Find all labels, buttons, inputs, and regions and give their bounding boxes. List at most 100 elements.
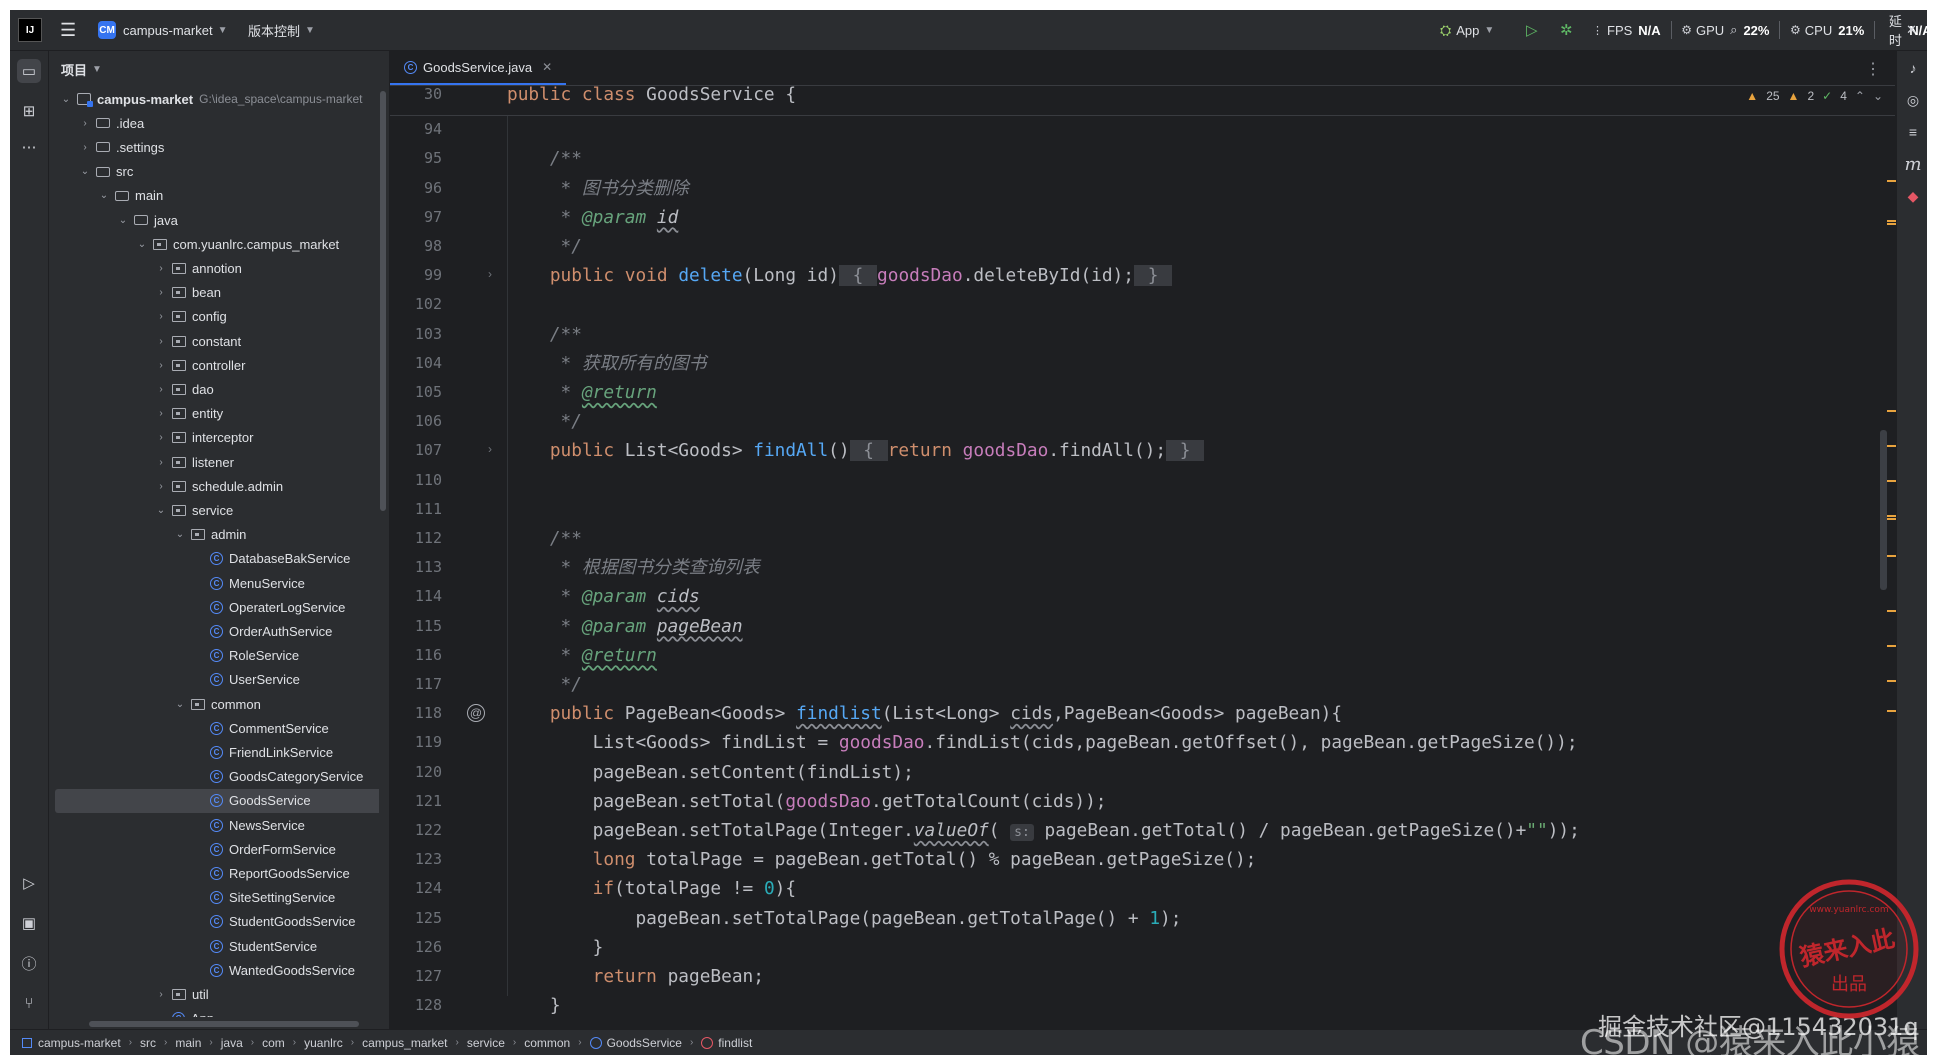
code-line[interactable]: * @param cids — [507, 582, 700, 611]
code-line[interactable]: * 获取所有的图书 — [507, 349, 707, 378]
code-line[interactable]: public List<Goods> findAll() { return go… — [507, 436, 1205, 465]
code-line[interactable]: /** — [507, 320, 582, 349]
line-number[interactable]: 121 — [390, 787, 442, 816]
chevron-right-icon[interactable]: › — [78, 142, 92, 153]
chevron-down-icon[interactable]: ⌄ — [154, 505, 168, 516]
line-number[interactable]: 115 — [390, 612, 442, 641]
breadcrumb-item[interactable]: campus_market — [362, 1036, 447, 1050]
tree-horizontal-scrollbar[interactable] — [89, 1021, 359, 1027]
tree-item-goodscategoryservice[interactable]: C GoodsCategoryService — [55, 765, 379, 789]
code-line[interactable]: * 图书分类删除 — [507, 174, 689, 203]
chevron-right-icon[interactable]: › — [154, 311, 168, 322]
tree-item-dao[interactable]: › dao — [55, 377, 379, 401]
project-switcher[interactable]: CM campus-market ▼ — [98, 10, 227, 50]
tree-item-controller[interactable]: › controller — [55, 353, 379, 377]
line-number[interactable]: 113 — [390, 553, 442, 582]
line-number[interactable]: 103 — [390, 320, 442, 349]
code-line[interactable]: pageBean.setTotalPage(Integer.valueOf( s… — [507, 816, 1580, 845]
code-line[interactable]: public void delete(Long id) { goodsDao.d… — [507, 261, 1173, 290]
editor-scrollbar[interactable] — [1880, 430, 1887, 590]
vcs-menu[interactable]: 版本控制 ▼ — [248, 10, 315, 50]
debug-icon[interactable]: ✲ — [1560, 21, 1573, 39]
tree-item-friendlinkservice[interactable]: C FriendLinkService — [55, 740, 379, 764]
tree-item-wantedgoodsservice[interactable]: C WantedGoodsService — [55, 958, 379, 982]
line-number[interactable]: 107 — [390, 436, 442, 465]
tree-item-newsservice[interactable]: C NewsService — [55, 813, 379, 837]
chevron-down-icon[interactable]: ⌄ — [173, 529, 187, 540]
tree-item-java[interactable]: ⌄ java — [55, 208, 379, 232]
chevron-down-icon[interactable]: ⌄ — [173, 699, 187, 710]
code-line[interactable]: long totalPage = pageBean.getTotal() % p… — [507, 845, 1257, 874]
line-number[interactable]: 118 — [390, 699, 442, 728]
code-line[interactable]: pageBean.setContent(findList); — [507, 758, 914, 787]
fold-chevron-icon[interactable]: › — [488, 267, 492, 281]
tree-item-roleservice[interactable]: C RoleService — [55, 644, 379, 668]
tree-root-campus-market[interactable]: ⌄ campus-market G:\idea_space\campus-mar… — [55, 87, 374, 111]
search-icon[interactable]: ⌕ — [1730, 22, 1737, 38]
breadcrumb-item[interactable]: campus-market — [38, 1036, 121, 1050]
more-tools-icon[interactable]: ⋯ — [17, 135, 41, 159]
breadcrumb-item[interactable]: common — [524, 1036, 570, 1050]
breadcrumb-item[interactable]: src — [140, 1036, 156, 1050]
tree-item-interceptor[interactable]: › interceptor — [55, 426, 379, 450]
chevron-right-icon[interactable]: › — [154, 384, 168, 395]
tree-item-listener[interactable]: › listener — [55, 450, 379, 474]
tree-item-common[interactable]: ⌄ common — [55, 692, 379, 716]
tree-item-orderauthservice[interactable]: C OrderAuthService — [55, 619, 379, 643]
tree-item-annotion[interactable]: › annotion — [55, 256, 379, 280]
line-number[interactable]: 120 — [390, 758, 442, 787]
tree-item-admin[interactable]: ⌄ admin — [55, 523, 379, 547]
tree-item-userservice[interactable]: C UserService — [55, 668, 379, 692]
code-line[interactable]: */ — [507, 670, 582, 699]
line-number[interactable]: 114 — [390, 582, 442, 611]
line-number[interactable]: 117 — [390, 670, 442, 699]
tree-item-orderformservice[interactable]: C OrderFormService — [55, 837, 379, 861]
chevron-down-icon[interactable]: ⌄ — [78, 166, 92, 177]
code-line[interactable]: } — [507, 991, 561, 1020]
tree-item-entity[interactable]: › entity — [55, 402, 379, 426]
chevron-right-icon[interactable]: › — [154, 989, 168, 1000]
structure-icon[interactable]: ⊞ — [17, 99, 41, 123]
line-number[interactable]: 112 — [390, 524, 442, 553]
plugin-icon[interactable]: ◆ — [1902, 185, 1924, 207]
code-line[interactable]: } — [507, 933, 604, 962]
notifications-icon[interactable]: ♪ — [1902, 57, 1924, 79]
chevron-right-icon[interactable]: › — [154, 432, 168, 443]
database-icon[interactable]: ≡ — [1902, 121, 1924, 143]
code-line[interactable]: return pageBean; — [507, 962, 764, 991]
code-line[interactable]: */ — [507, 407, 582, 436]
tree-item--settings[interactable]: › .settings — [55, 135, 379, 159]
line-number[interactable]: 96 — [390, 174, 442, 203]
tree-item-studentgoodsservice[interactable]: C StudentGoodsService — [55, 910, 379, 934]
breadcrumb-item[interactable]: java — [221, 1036, 243, 1050]
line-number[interactable]: 102 — [390, 290, 442, 319]
tree-item-app[interactable]: C App — [55, 1007, 379, 1017]
line-number[interactable]: 122 — [390, 816, 442, 845]
line-number[interactable]: 125 — [390, 904, 442, 933]
breadcrumb-item[interactable]: main — [175, 1036, 201, 1050]
line-number[interactable]: 111 — [390, 495, 442, 524]
close-icon[interactable]: ✕ — [1906, 22, 1917, 38]
chevron-down-icon[interactable]: ⌄ — [97, 190, 111, 201]
maven-icon[interactable]: m — [1902, 153, 1924, 175]
tree-item-operaterlogservice[interactable]: C OperaterLogService — [55, 595, 379, 619]
code-line[interactable]: /** — [507, 144, 582, 173]
tree-item-com-yuanlrc-campus-market[interactable]: ⌄ com.yuanlrc.campus_market — [55, 232, 379, 256]
line-number[interactable]: 30 — [390, 80, 442, 109]
tree-item-config[interactable]: › config — [55, 305, 379, 329]
line-number[interactable]: 97 — [390, 203, 442, 232]
tree-item-constant[interactable]: › constant — [55, 329, 379, 353]
chevron-right-icon[interactable]: › — [154, 263, 168, 274]
chevron-right-icon[interactable]: › — [154, 360, 168, 371]
line-number[interactable]: 116 — [390, 641, 442, 670]
breadcrumb-item[interactable]: com — [262, 1036, 285, 1050]
breadcrumb-item[interactable]: yuanlrc — [304, 1036, 343, 1050]
tree-item-goodsservice[interactable]: C GoodsService — [55, 788, 379, 813]
breadcrumb-item[interactable]: findlist — [718, 1036, 752, 1050]
project-panel-header[interactable]: 项目 ▼ — [49, 51, 401, 87]
code-line[interactable]: */ — [507, 232, 582, 261]
tree-item-databasebakservice[interactable]: C DatabaseBakService — [55, 547, 379, 571]
tree-item-util[interactable]: › util — [55, 982, 379, 1006]
git-icon[interactable]: ⑂ — [17, 991, 41, 1015]
code-line[interactable]: public class GoodsService { — [507, 80, 796, 109]
